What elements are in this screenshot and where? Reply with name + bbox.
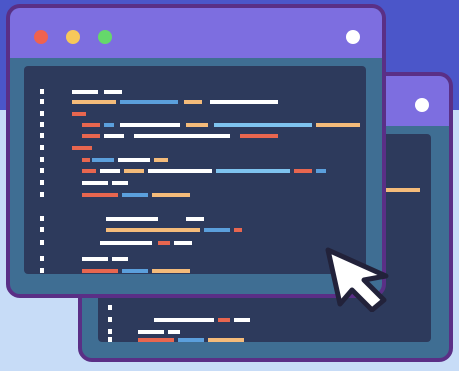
line-marker [40, 227, 44, 232]
code-token [186, 123, 208, 127]
code-token [100, 241, 152, 245]
front-code-panel [24, 66, 366, 274]
code-token [82, 169, 96, 173]
line-marker [108, 337, 112, 342]
code-token [82, 269, 118, 273]
code-token [72, 112, 86, 116]
line-marker [40, 180, 44, 185]
minimize-dot[interactable] [66, 30, 80, 44]
code-token [154, 158, 168, 162]
line-marker [40, 99, 44, 104]
line-marker [108, 329, 112, 334]
line-marker [40, 240, 44, 245]
code-token [120, 123, 180, 127]
code-token [294, 169, 312, 173]
code-token [106, 228, 200, 232]
code-token [208, 338, 244, 342]
code-token [168, 330, 180, 334]
code-token [214, 123, 312, 127]
line-marker [40, 168, 44, 173]
code-token [104, 134, 124, 138]
line-marker [40, 133, 44, 138]
code-token [138, 338, 174, 342]
line-marker [40, 157, 44, 162]
maximize-dot[interactable] [98, 30, 112, 44]
code-token [124, 169, 144, 173]
close-dot[interactable] [34, 30, 48, 44]
code-token [240, 134, 278, 138]
line-marker [40, 268, 44, 273]
code-token [186, 217, 204, 221]
code-token [174, 241, 192, 245]
code-token [82, 134, 100, 138]
code-token [134, 134, 230, 138]
code-token [100, 169, 120, 173]
line-marker [108, 305, 112, 310]
code-token [92, 158, 114, 162]
code-token [204, 228, 230, 232]
code-token [234, 318, 250, 322]
line-marker [40, 192, 44, 197]
code-token [218, 318, 230, 322]
code-token [82, 123, 100, 127]
code-token [120, 100, 178, 104]
code-token [112, 181, 128, 185]
code-token [184, 100, 202, 104]
mouse-cursor-icon [325, 247, 389, 312]
code-token [106, 217, 158, 221]
code-token [148, 169, 212, 173]
code-token [316, 169, 326, 173]
code-token [72, 146, 92, 150]
code-token [152, 269, 190, 273]
menu-dot[interactable] [346, 30, 360, 44]
code-token [82, 158, 90, 162]
code-token [234, 228, 242, 232]
front-window-titlebar [10, 8, 382, 58]
code-token [178, 338, 204, 342]
code-token [112, 257, 128, 261]
code-token [72, 90, 98, 94]
line-marker [40, 122, 44, 127]
back-window-menu-dot[interactable] [415, 98, 429, 112]
code-token [122, 193, 148, 197]
code-token [122, 269, 148, 273]
code-token [82, 257, 108, 261]
code-token [104, 123, 114, 127]
code-token [138, 330, 164, 334]
code-token [210, 100, 278, 104]
code-token [72, 100, 116, 104]
line-marker [40, 256, 44, 261]
line-marker [108, 317, 112, 322]
code-token [82, 193, 118, 197]
line-marker [40, 145, 44, 150]
code-token [216, 169, 290, 173]
code-token [82, 181, 108, 185]
line-marker [40, 216, 44, 221]
code-token [158, 241, 170, 245]
line-marker [40, 89, 44, 94]
code-token [154, 318, 214, 322]
line-marker [40, 111, 44, 116]
code-token [104, 90, 122, 94]
code-token [316, 123, 360, 127]
code-token [118, 158, 150, 162]
code-token [152, 193, 190, 197]
